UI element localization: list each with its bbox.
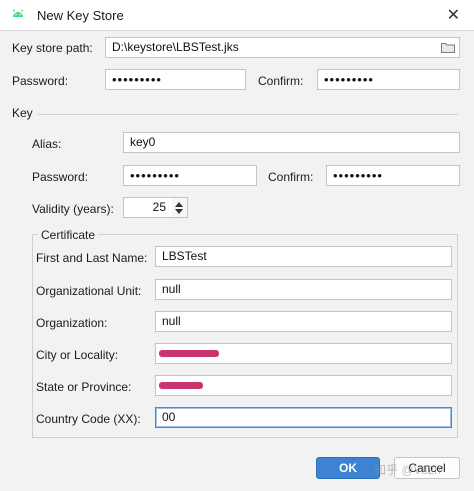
organization-label: Organization: [36,316,108,330]
ok-button[interactable]: OK [316,457,380,479]
country-code-label: Country Code (XX): [36,412,141,426]
close-icon[interactable]: ✕ [447,5,460,25]
spinner-down-icon[interactable] [175,209,183,214]
org-unit-label: Organizational Unit: [36,284,142,298]
key-password-label: Password: [32,170,89,184]
organization-input[interactable]: null [155,311,452,332]
state-input[interactable] [155,375,452,396]
keystore-path-label: Key store path: [12,41,93,55]
first-last-name-input[interactable]: LBSTest [155,246,452,267]
keystore-password-label: Password: [12,74,69,88]
city-label: City or Locality: [36,348,119,362]
org-unit-input[interactable]: null [155,279,452,300]
redaction-mark [159,350,219,357]
keystore-confirm-label: Confirm: [258,74,304,88]
keystore-path-value: D:\keystore\LBSTest.jks [112,40,239,54]
key-password-input[interactable]: ••••••••• [123,165,257,186]
key-confirm-input[interactable]: ••••••••• [326,165,460,186]
validity-input[interactable]: 25 [123,197,173,218]
country-code-input[interactable]: 00 [155,407,452,428]
key-section-title: Key [12,106,38,120]
window-title: New Key Store [37,8,124,23]
alias-label: Alias: [32,137,62,151]
state-label: State or Province: [36,380,132,394]
watermark: 知乎 @Vs2h [374,463,441,477]
title-bar: New Key Store ✕ [0,0,474,31]
city-input[interactable] [155,343,452,364]
keystore-path-input[interactable]: D:\keystore\LBSTest.jks [105,37,460,58]
spinner-up-icon[interactable] [175,202,183,207]
android-icon [12,9,24,17]
certificate-section-title: Certificate [38,228,99,242]
first-last-name-label: First and Last Name: [36,251,148,265]
redaction-mark [159,382,203,389]
key-confirm-label: Confirm: [268,170,314,184]
validity-label: Validity (years): [32,202,114,216]
folder-icon[interactable] [441,42,455,53]
key-section-separator [12,114,458,115]
alias-input[interactable]: key0 [123,132,460,153]
keystore-password-input[interactable]: ••••••••• [105,69,246,90]
keystore-confirm-input[interactable]: ••••••••• [317,69,460,90]
validity-spinner[interactable] [172,197,188,218]
